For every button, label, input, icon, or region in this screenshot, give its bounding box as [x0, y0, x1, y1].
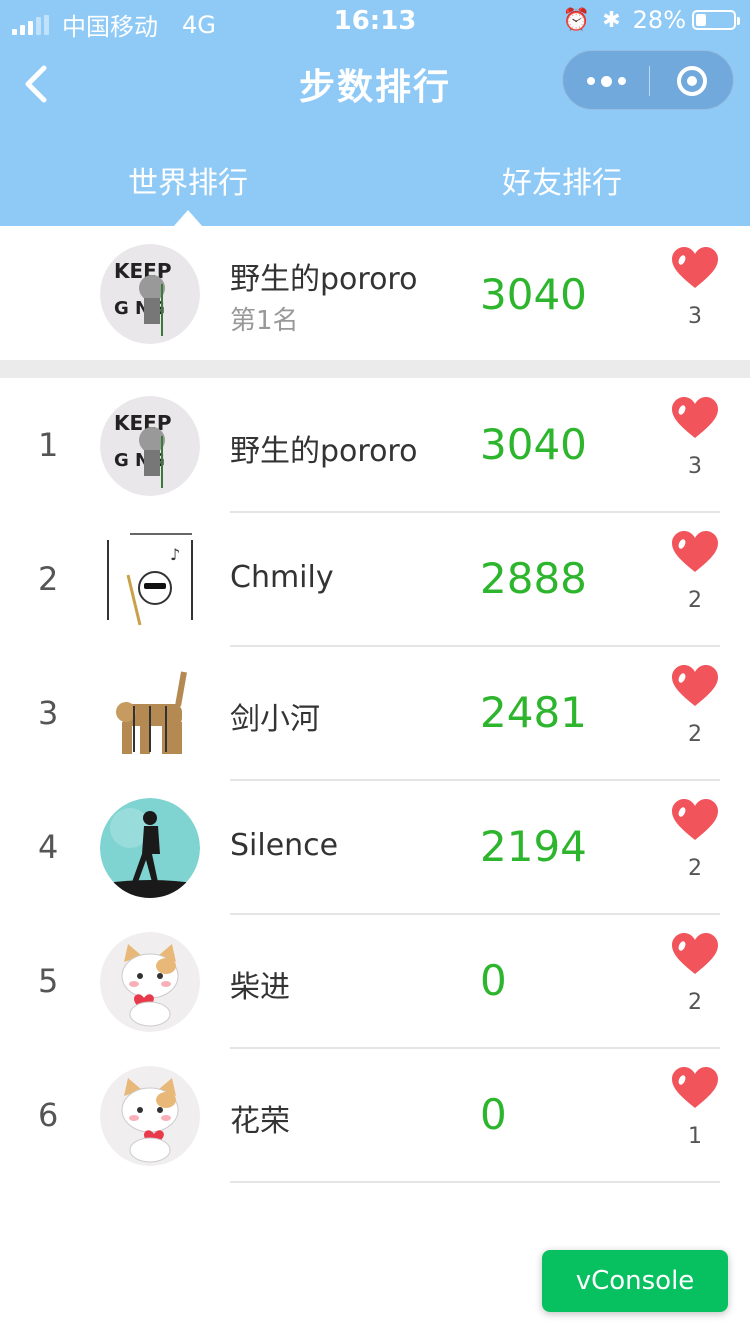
like-count: 2: [688, 722, 702, 747]
active-tab-indicator: [174, 210, 202, 226]
step-count: 0: [480, 956, 507, 1005]
like-button[interactable]: 2: [670, 664, 720, 747]
status-bar: 中国移动 4G 16:13 ⏰ ✱ 28%: [0, 0, 750, 42]
like-button[interactable]: 3: [670, 246, 720, 329]
tab-world-ranking[interactable]: 世界排行: [128, 158, 248, 202]
heart-icon: [672, 665, 718, 706]
close-mini-program-button[interactable]: [649, 51, 735, 111]
my-position: 第1名: [230, 306, 299, 336]
like-count: 3: [688, 454, 702, 479]
user-name: 野生的pororo: [230, 262, 418, 297]
battery-icon: [692, 10, 740, 30]
my-ranking-row: KEEP G NG 野生的pororo 第1名 3040 3: [0, 226, 750, 360]
ranking-row: 5 柴进 0 2: [0, 914, 750, 1049]
vconsole-button[interactable]: vConsole: [542, 1250, 728, 1312]
user-name: 剑小河: [230, 702, 320, 737]
ranking-row: 2 ♪ Chmily 2888 2: [0, 512, 750, 647]
heart-icon: [672, 531, 718, 572]
like-button[interactable]: 2: [670, 530, 720, 613]
step-count: 2194: [480, 822, 587, 871]
step-count: 2481: [480, 688, 587, 737]
section-separator: [0, 360, 750, 378]
dot-icon: [617, 77, 626, 85]
avatar: [100, 932, 200, 1032]
user-name: 柴进: [230, 970, 290, 1005]
nav-bar: 步数排行: [0, 42, 750, 130]
ranking-row: 1 KEEP G NG 野生的pororo 3040 3: [0, 378, 750, 513]
like-count: 2: [688, 588, 702, 613]
rank-number: 2: [38, 560, 59, 598]
like-button[interactable]: 1: [670, 1066, 720, 1149]
heart-icon: [672, 933, 718, 974]
heart-icon: [672, 799, 718, 840]
rank-number: 5: [38, 962, 59, 1000]
more-button[interactable]: [563, 51, 649, 111]
ranking-tabs: 世界排行 好友排行: [0, 130, 750, 226]
svg-text:♪: ♪: [170, 545, 180, 564]
target-icon: [677, 66, 707, 96]
like-count: 2: [688, 856, 702, 881]
mini-program-capsule: [562, 50, 734, 110]
dot-icon: [586, 77, 595, 85]
heart-icon: [672, 247, 718, 288]
step-count: 3040: [480, 270, 587, 319]
avatar: [100, 664, 200, 764]
like-count: 1: [688, 1124, 702, 1149]
ranking-row: 4 Silence 2194 2: [0, 780, 750, 915]
rank-number: 4: [38, 828, 59, 866]
heart-icon: [672, 1067, 718, 1108]
header: 中国移动 4G 16:13 ⏰ ✱ 28% 步数排行 世界排行 好友排行: [0, 0, 750, 226]
step-count: 3040: [480, 420, 587, 469]
ranking-row: 3 剑小河 2481 2: [0, 646, 750, 781]
avatar: KEEP G NG: [100, 396, 200, 496]
bluetooth-icon: ✱: [602, 7, 621, 33]
tab-friends-ranking[interactable]: 好友排行: [502, 158, 622, 202]
avatar: [100, 798, 200, 898]
heart-icon: [672, 397, 718, 438]
dot-icon: [600, 75, 612, 87]
alarm-icon: ⏰: [562, 7, 591, 33]
like-button[interactable]: 2: [670, 798, 720, 881]
like-count: 3: [688, 304, 702, 329]
ranking-row: 6 花荣 0 1: [0, 1048, 750, 1183]
user-name: 野生的pororo: [230, 434, 418, 469]
like-button[interactable]: 3: [670, 396, 720, 479]
avatar: KEEP G NG: [100, 244, 200, 344]
step-count: 0: [480, 1090, 507, 1139]
avatar: ♪: [100, 530, 200, 630]
step-count: 2888: [480, 554, 587, 603]
row-divider: [230, 1181, 720, 1183]
rank-number: 6: [38, 1096, 59, 1134]
like-count: 2: [688, 990, 702, 1015]
user-name: Chmily: [230, 560, 334, 595]
user-name: Silence: [230, 828, 339, 863]
user-name: 花荣: [230, 1104, 290, 1139]
rank-number: 3: [38, 694, 59, 732]
avatar: [100, 1066, 200, 1166]
battery-percent: 28%: [632, 6, 686, 34]
like-button[interactable]: 2: [670, 932, 720, 1015]
rank-number: 1: [38, 426, 59, 464]
